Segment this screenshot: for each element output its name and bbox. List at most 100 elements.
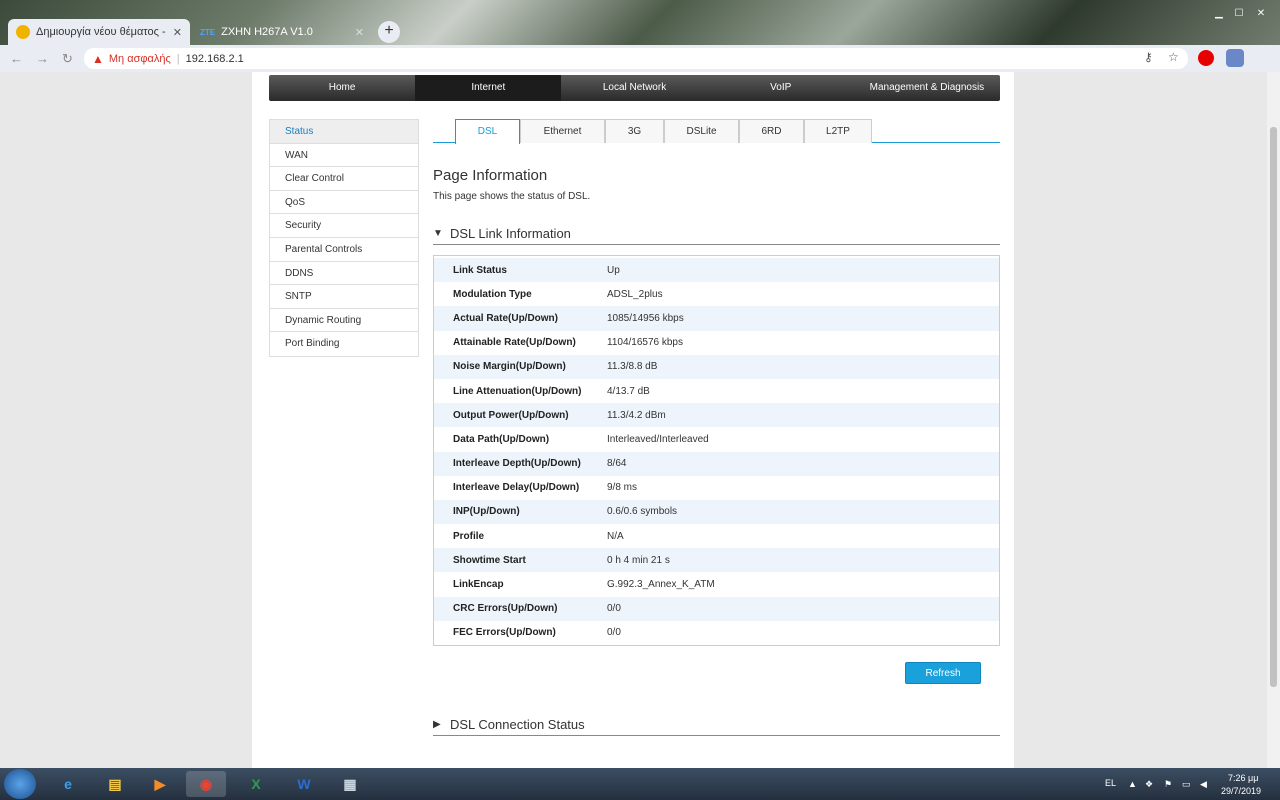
close-icon[interactable]: ✕ <box>173 26 182 39</box>
tab-6rd[interactable]: 6RD <box>739 119 804 143</box>
row-label: Modulation Type <box>453 288 532 300</box>
media-player-icon[interactable]: ▶ <box>140 771 180 797</box>
expand-down-icon: ▼ <box>433 228 443 239</box>
router-page: Home Internet Local Network VoIP Managem… <box>252 72 1014 768</box>
dsl-link-section-header[interactable]: ▼ DSL Link Information <box>433 223 1000 245</box>
tab-dslite[interactable]: DSLite <box>664 119 739 143</box>
clock-time[interactable]: 7:26 μμ <box>1228 773 1258 783</box>
row-label: Output Power(Up/Down) <box>453 409 569 421</box>
page-title: Page Information <box>433 167 548 184</box>
key-icon[interactable]: ⚷ <box>1144 50 1153 64</box>
file-explorer-icon[interactable]: ▤ <box>95 771 135 797</box>
row-value: 11.3/8.8 dB <box>607 361 658 373</box>
table-row: Link Status Up <box>434 258 999 283</box>
status-tabs: DSL Ethernet 3G DSLite 6RD L2TP <box>433 119 1000 144</box>
address-bar[interactable]: ▲ Μη ασφαλής | 192.168.2.1 ⚷ ☆ <box>84 48 1188 69</box>
section-title: DSL Link Information <box>450 226 571 241</box>
clock-date[interactable]: 29/7/2019 <box>1221 786 1261 796</box>
table-row: Line Attenuation(Up/Down) 4/13.7 dB <box>434 379 999 403</box>
tab-dsl[interactable]: DSL <box>455 119 520 144</box>
volume-icon[interactable]: ◀ <box>1200 779 1210 789</box>
row-value: G.992.3_Annex_K_ATM <box>607 579 715 591</box>
row-value: 1085/14956 kbps <box>607 312 684 324</box>
maximize-icon[interactable]: ☐ <box>1228 8 1250 22</box>
extension-icon[interactable] <box>1198 50 1214 66</box>
row-value: 0.6/0.6 symbols <box>607 506 678 518</box>
nav-home[interactable]: Home <box>269 75 415 101</box>
sidebar-item-port-binding[interactable]: Port Binding <box>270 332 418 356</box>
close-icon[interactable]: ✕ <box>355 26 364 39</box>
row-value: N/A <box>607 530 624 542</box>
sidebar-item-ddns[interactable]: DDNS <box>270 262 418 286</box>
row-value: 1104/16576 kbps <box>607 337 683 349</box>
dsl-connection-section-header[interactable]: ▶ DSL Connection Status <box>433 714 1000 736</box>
tab-forum[interactable]: Δημιουργία νέου θέματος - Inso ✕ <box>8 19 190 45</box>
row-label: FEC Errors(Up/Down) <box>453 627 556 639</box>
nav-management-diagnosis[interactable]: Management & Diagnosis <box>854 75 1000 101</box>
action-center-flag-icon[interactable]: ⚑ <box>1164 779 1174 789</box>
row-value: 9/8 ms <box>607 482 638 494</box>
chrome-icon[interactable]: ◉ <box>186 771 226 797</box>
reload-icon[interactable]: ↻ <box>62 51 73 67</box>
forward-icon[interactable]: → <box>36 51 49 66</box>
internet-explorer-icon[interactable]: e <box>48 771 88 797</box>
row-label: Attainable Rate(Up/Down) <box>453 337 576 349</box>
back-icon[interactable]: ← <box>10 51 23 66</box>
refresh-button[interactable]: Refresh <box>905 662 981 684</box>
close-window-icon[interactable]: ✕ <box>1250 8 1272 22</box>
forum-favicon-icon <box>16 25 30 39</box>
row-label: Interleave Depth(Up/Down) <box>453 458 581 470</box>
row-value: Up <box>607 264 620 276</box>
word-icon[interactable]: W <box>284 771 324 797</box>
expand-right-icon: ▶ <box>433 719 441 730</box>
start-button[interactable] <box>4 769 36 799</box>
scrollbar-thumb[interactable] <box>1270 127 1277 687</box>
sidebar-item-qos[interactable]: QoS <box>270 191 418 215</box>
minimize-icon[interactable]: ▁ <box>1208 8 1230 22</box>
row-label: Link Status <box>453 264 507 276</box>
dropbox-icon[interactable]: ❖ <box>1145 779 1155 789</box>
table-row: LinkEncap G.992.3_Annex_K_ATM <box>434 572 999 596</box>
tab-ethernet[interactable]: Ethernet <box>520 119 605 143</box>
row-value: 11.3/4.2 dBm <box>607 409 666 421</box>
calculator-icon[interactable]: ▦ <box>330 771 370 797</box>
sidebar-item-security[interactable]: Security <box>270 214 418 238</box>
nav-local-network[interactable]: Local Network <box>561 75 707 101</box>
table-row: Showtime Start 0 h 4 min 21 s <box>434 548 999 573</box>
table-row: Interleave Depth(Up/Down) 8/64 <box>434 451 999 476</box>
new-tab-button[interactable]: + <box>378 21 400 43</box>
warning-icon: ▲ <box>92 51 104 66</box>
security-label[interactable]: Μη ασφαλής <box>109 53 171 65</box>
tab-3g[interactable]: 3G <box>605 119 664 143</box>
tab-router[interactable]: ZTE ZXHN H267A V1.0 ✕ <box>192 19 372 45</box>
nav-voip[interactable]: VoIP <box>708 75 854 101</box>
language-indicator[interactable]: EL <box>1105 778 1116 788</box>
excel-icon[interactable]: X <box>236 771 276 797</box>
sidebar-item-clear-control[interactable]: Clear Control <box>270 167 418 191</box>
profile-icon[interactable] <box>1226 49 1244 67</box>
show-hidden-icons-icon[interactable]: ▲ <box>1128 779 1138 789</box>
tab-title: Δημιουργία νέου θέματος - Inso <box>36 26 167 38</box>
row-label: Interleave Delay(Up/Down) <box>453 482 580 494</box>
sidebar-item-dynamic-routing[interactable]: Dynamic Routing <box>270 309 418 333</box>
tab-l2tp[interactable]: L2TP <box>804 119 872 143</box>
page-description: This page shows the status of DSL. <box>433 191 591 202</box>
nav-internet[interactable]: Internet <box>415 75 562 101</box>
row-value: 0/0 <box>607 627 621 639</box>
browser-chrome: Δημιουργία νέου θέματος - Inso ✕ ZTE ZXH… <box>0 0 1280 72</box>
sidebar-item-parental-controls[interactable]: Parental Controls <box>270 238 418 262</box>
star-icon[interactable]: ☆ <box>1168 50 1179 64</box>
table-row: Interleave Delay(Up/Down) 9/8 ms <box>434 476 999 500</box>
page-scrollbar[interactable] <box>1267 72 1280 768</box>
sidebar-item-sntp[interactable]: SNTP <box>270 285 418 309</box>
table-row: INP(Up/Down) 0.6/0.6 symbols <box>434 499 999 525</box>
table-row: Profile N/A <box>434 524 999 548</box>
network-icon[interactable]: ▭ <box>1182 779 1192 789</box>
row-label: Profile <box>453 530 485 542</box>
sidebar-item-wan[interactable]: WAN <box>270 144 418 168</box>
sidebar-item-status[interactable]: Status <box>270 120 418 144</box>
url-separator: | <box>176 52 180 65</box>
table-row: Noise Margin(Up/Down) 11.3/8.8 dB <box>434 354 999 379</box>
url-text[interactable]: 192.168.2.1 <box>186 53 244 65</box>
row-label: Showtime Start <box>453 554 526 566</box>
